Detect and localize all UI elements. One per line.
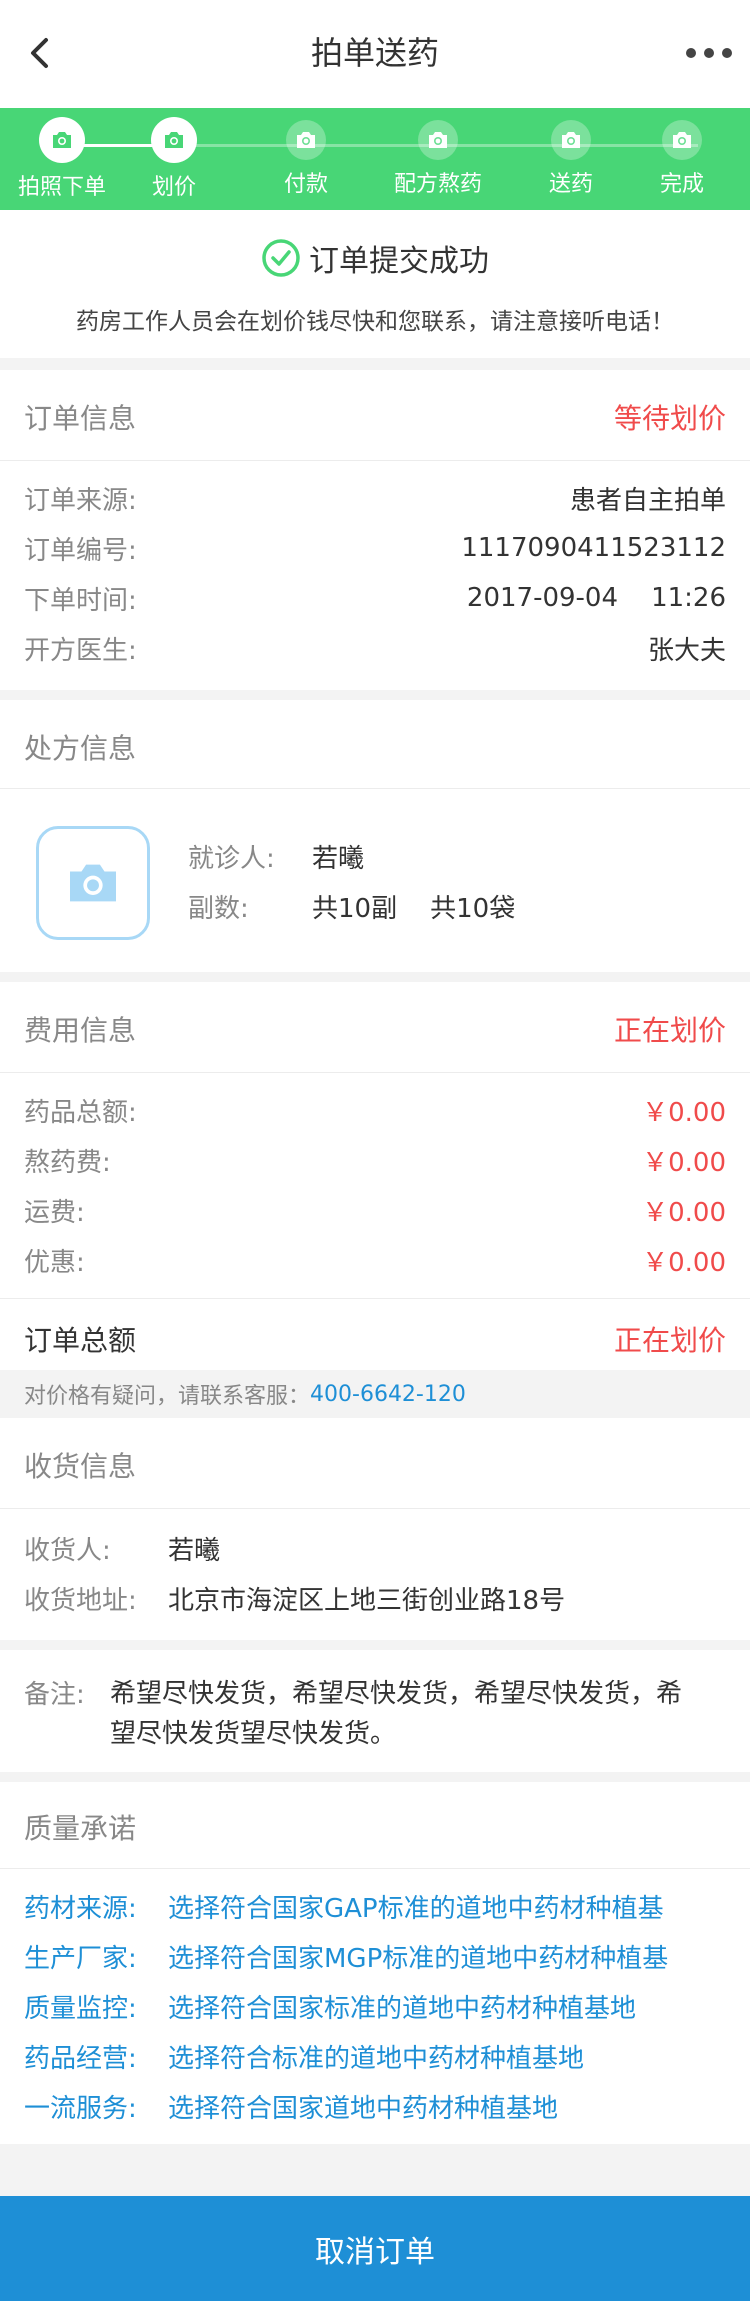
step-photo-order: 拍照下单 — [2, 117, 122, 201]
nav-bar: 拍单送药 — [0, 0, 750, 108]
cancel-order-button[interactable]: 取消订单 — [0, 2196, 750, 2301]
camera-icon — [673, 132, 691, 148]
remark-text: 希望尽快发货，希望尽快发货，希望尽快发货，希 望尽快发货望尽快发货。 — [110, 1679, 683, 1749]
fees-section-title: 费用信息 — [24, 1014, 137, 1047]
remark-card: 备注: 希望尽快发货，希望尽快发货，希望尽快发货，希 望尽快发货望尽快发货。 — [0, 1650, 750, 1772]
fee-row: 优惠: ￥0.00 — [24, 1247, 726, 1278]
receiver-label: 收货人: — [24, 1536, 111, 1566]
page-title: 拍单送药 — [310, 34, 439, 72]
delivery-card: 收货信息 收货人: 若曦 收货地址: 北京市海淀区上地三街创业路18号 — [0, 1418, 750, 1640]
order-row: 开方医生: 张大夫 — [24, 635, 726, 666]
fees-status: 正在划价 — [613, 1014, 726, 1047]
doses-value: 共10副 共10袋 — [312, 894, 516, 924]
quality-section-title: 质量承诺 — [24, 1812, 137, 1845]
address-label: 收货地址: — [24, 1586, 137, 1616]
quality-row: 一流服务: 选择符合国家道地中药材种植基地 — [24, 2094, 559, 2124]
camera-icon — [53, 132, 71, 148]
remark-label: 备注: — [24, 1680, 85, 1710]
prescription-card: 处方信息 就诊人: 若曦 副数: 共10副 共10袋 — [0, 700, 750, 972]
fee-row: 熬药费: ￥0.00 — [24, 1147, 726, 1178]
success-message: 药房工作人员会在划价钱尽快和您联系，请注意接听电话！ — [76, 309, 674, 335]
order-total-value: 正在划价 — [613, 1324, 726, 1357]
step-decoct: 配方熬药 — [378, 120, 498, 198]
order-progress: 拍照下单 划价 付款 配方熬药 送药 完成 — [0, 108, 750, 210]
step-complete: 完成 — [622, 120, 742, 198]
prescription-photo[interactable] — [36, 826, 150, 940]
quality-card: 质量承诺 药材来源: 选择符合国家GAP标准的道地中药材种植基 生产厂家: 选择符合… — [0, 1782, 750, 2144]
order-status: 等待划价 — [613, 402, 726, 435]
address-value: 北京市海淀区上地三街创业路18号 — [168, 1586, 566, 1616]
quality-row: 药材来源: 选择符合国家GAP标准的道地中药材种植基 — [24, 1894, 664, 1924]
order-row: 订单来源: 患者自主拍单 — [24, 485, 726, 516]
camera-icon — [70, 864, 116, 902]
doses-label: 副数: — [188, 894, 249, 924]
check-circle-icon — [262, 239, 300, 277]
fee-row: 运费: ￥0.00 — [24, 1197, 726, 1228]
fees-card: 费用信息 正在划价 药品总额: ￥0.00 熬药费: ￥0.00 运费: ￥0.00 … — [0, 982, 750, 1418]
success-banner: 订单提交成功 药房工作人员会在划价钱尽快和您联系，请注意接听电话！ — [0, 210, 750, 358]
step-delivery: 送药 — [511, 120, 631, 198]
camera-icon — [297, 132, 315, 148]
step-pricing: 划价 — [114, 117, 234, 201]
camera-icon — [562, 132, 580, 148]
fee-row: 药品总额: ￥0.00 — [24, 1097, 726, 1128]
more-button[interactable] — [686, 38, 732, 68]
camera-icon — [429, 132, 447, 148]
camera-icon — [165, 132, 183, 148]
prescription-section-title: 处方信息 — [24, 732, 137, 765]
order-total-label: 订单总额 — [24, 1324, 137, 1357]
quality-row: 质量监控: 选择符合国家标准的道地中药材种植基地 — [24, 1994, 637, 2024]
price-help: 对价格有疑问，请联系客服： 400-6642-120 — [0, 1370, 750, 1418]
quality-row: 药品经营: 选择符合标准的道地中药材种植基地 — [24, 2044, 585, 2074]
order-section-title: 订单信息 — [24, 402, 137, 435]
order-row: 下单时间: 2017-09-04 11:26 — [24, 583, 726, 616]
order-row: 订单编号: 1117090411523112 — [24, 533, 726, 566]
service-phone-link[interactable]: 400-6642-120 — [310, 1382, 466, 1407]
patient-value: 若曦 — [312, 844, 365, 874]
delivery-section-title: 收货信息 — [24, 1450, 137, 1483]
order-info-card: 订单信息 等待划价 订单来源: 患者自主拍单 订单编号: 1117090411523… — [0, 370, 750, 690]
more-dots-icon — [686, 48, 696, 58]
quality-row: 生产厂家: 选择符合国家MGP标准的道地中药材种植基 — [24, 1944, 669, 1974]
receiver-value: 若曦 — [168, 1536, 221, 1566]
step-payment: 付款 — [246, 120, 366, 198]
success-title: 订单提交成功 — [309, 244, 489, 279]
order-total-row: 订单总额 正在划价 — [24, 1314, 726, 1364]
patient-label: 就诊人: — [188, 844, 275, 874]
price-help-text: 对价格有疑问，请联系客服： — [24, 1384, 311, 1409]
